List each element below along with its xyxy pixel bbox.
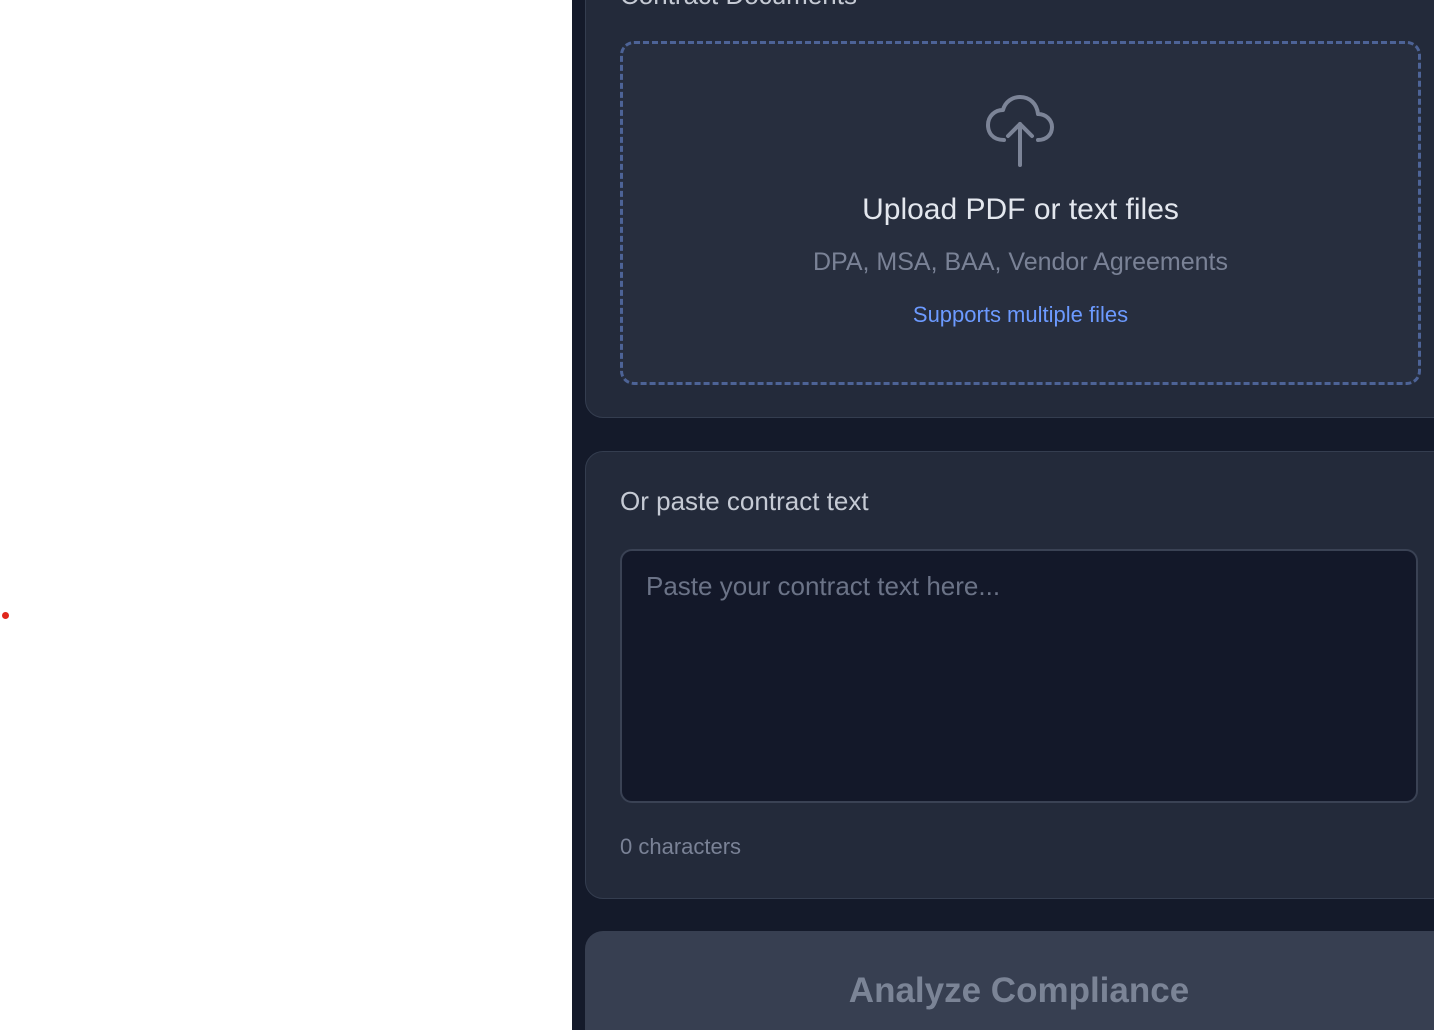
- analyze-compliance-button[interactable]: Analyze Compliance: [585, 931, 1434, 1030]
- upload-file-types: DPA, MSA, BAA, Vendor Agreements: [812, 248, 1228, 276]
- paste-text-title: Or paste contract text: [620, 486, 869, 516]
- page: Contract Documents Upload PDF or text fi…: [0, 0, 1434, 1030]
- cursor-marker-dot: [2, 612, 9, 619]
- analyze-compliance-label: Analyze Compliance: [848, 971, 1190, 1010]
- upload-multiple-note: Supports multiple files: [912, 302, 1129, 327]
- upload-instruction: Upload PDF or text files: [862, 193, 1179, 226]
- character-count: 0 characters: [620, 834, 742, 859]
- cloud-upload-icon: [986, 95, 1054, 167]
- contract-documents-title: Contract Documents: [620, 0, 857, 11]
- contract-text-input[interactable]: [620, 549, 1418, 803]
